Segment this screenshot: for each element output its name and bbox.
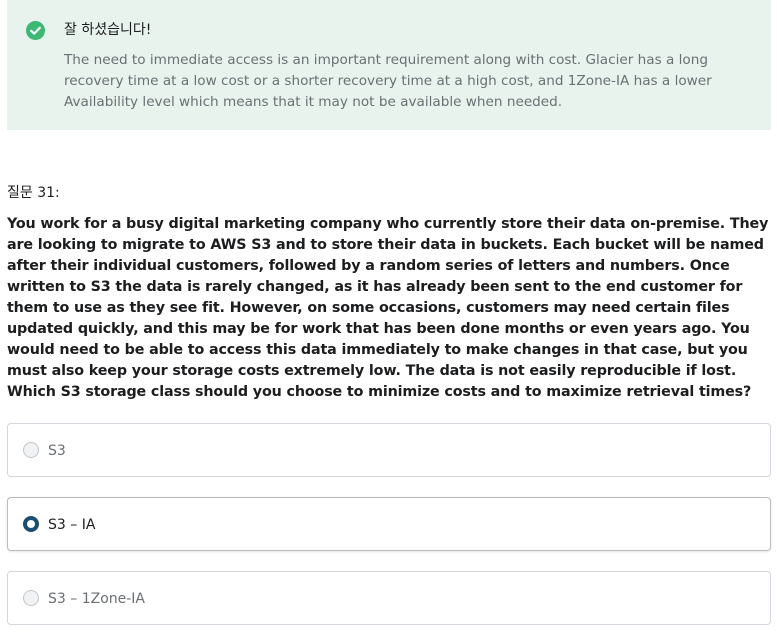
answer-option-s3-1zone-ia[interactable]: S3 – 1Zone-IA	[7, 571, 771, 625]
answer-label: S3	[48, 443, 66, 459]
radio-button[interactable]	[23, 590, 39, 606]
question-text: You work for a busy digital marketing co…	[7, 216, 769, 400]
answer-label: S3 – IA	[48, 517, 96, 533]
answer-label: S3 – 1Zone-IA	[48, 591, 146, 607]
question-number: 질문 31:	[7, 185, 60, 201]
radio-button[interactable]	[23, 442, 39, 458]
feedback-explanation: The need to immediate access is an impor…	[64, 52, 712, 110]
feedback-banner: 잘 하셨습니다! The need to immediate access is…	[7, 0, 771, 130]
radio-button-selected[interactable]	[23, 516, 39, 532]
check-circle-icon	[26, 21, 45, 40]
answer-option-s3-ia[interactable]: S3 – IA	[7, 497, 771, 551]
answer-option-s3[interactable]: S3	[7, 423, 771, 477]
feedback-title: 잘 하셨습니다!	[64, 22, 152, 38]
